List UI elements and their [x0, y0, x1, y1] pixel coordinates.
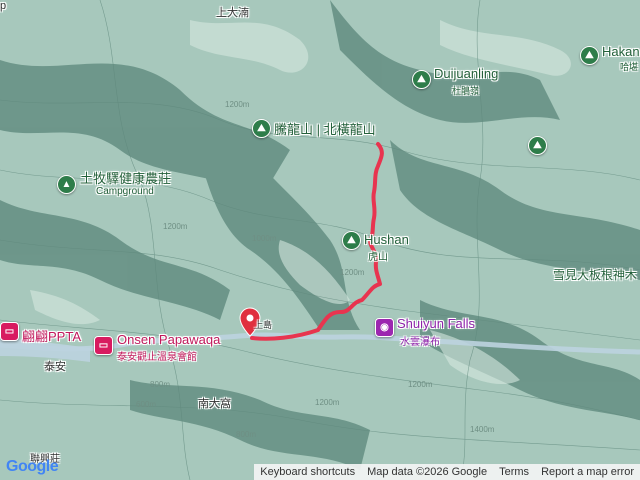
mountain-park-icon[interactable]: ⛰: [342, 231, 361, 250]
poi-label-hushan-en[interactable]: Hushan: [364, 232, 409, 247]
contour-label: 800m: [236, 430, 257, 439]
poi-label-duijuanling-zh: 杜鵑嶺: [452, 86, 480, 96]
poi-label-hakan-zh: 哈堪: [620, 62, 639, 72]
campground-icon[interactable]: ▲: [57, 175, 76, 194]
camera-icon[interactable]: ◉: [375, 318, 394, 337]
hotel-icon[interactable]: ▭: [94, 336, 113, 355]
poi-label-duijuanling-en[interactable]: Duijuanling: [434, 66, 498, 81]
poi-label-ppta[interactable]: 翩翩PPTA: [22, 326, 81, 345]
place-label-nan-da-hu: 南大窩: [198, 398, 231, 410]
poi-label-falls-zh: 水雲瀑布: [400, 337, 440, 348]
contour-label: 1200m: [225, 100, 250, 109]
terms-link[interactable]: Terms: [493, 466, 535, 478]
poi-label-falls-en[interactable]: Shuiyun Falls: [397, 316, 475, 331]
report-error-link[interactable]: Report a map error: [535, 466, 640, 478]
contour-label: 1400m: [470, 425, 495, 434]
contour-label: 1000m: [252, 234, 277, 243]
poi-label-hakan-en[interactable]: Hakan: [602, 44, 640, 59]
contour-label: 1200m: [408, 380, 433, 389]
contour-label: 800m: [150, 380, 171, 389]
google-logo: Google: [6, 458, 59, 476]
mountain-park-icon[interactable]: ⛰: [412, 70, 431, 89]
place-label-tai-an: 泰安: [44, 361, 66, 373]
place-label-shang-da-hu: 上大湳: [216, 7, 249, 19]
contour-label: 600m: [136, 400, 157, 409]
map-data-label: Map data ©2026 Google: [367, 466, 488, 478]
poi-label-campground-zh[interactable]: 土牧驛健康農莊: [80, 168, 171, 187]
contour-label: 1200m: [315, 398, 340, 407]
terrain-map[interactable]: [0, 0, 640, 480]
attribution-bar: Keyboard shortcuts Map data ©2026 Google…: [254, 464, 640, 480]
poi-label-giant-tree[interactable]: 雪見大板根神木: [553, 266, 637, 283]
poi-label-onsen-zh: 泰安觀止溫泉會館: [117, 352, 197, 363]
place-label-hamlet: 上島: [254, 320, 273, 330]
mountain-park-icon[interactable]: ⛰: [528, 136, 547, 155]
google-logo-text: Google: [6, 458, 59, 475]
corner-partial-label: p: [0, 0, 7, 12]
mountain-park-icon[interactable]: ⛰: [252, 119, 271, 138]
contour-label: 1200m: [163, 222, 188, 231]
poi-label-campground-en: Campground: [96, 186, 154, 197]
hotel-icon[interactable]: ▭: [0, 322, 19, 341]
contour-label: 1200m: [340, 268, 365, 277]
poi-label-dragon-mountain[interactable]: 騰龍山 | 北橫龍山: [274, 119, 376, 138]
mountain-park-icon[interactable]: ⛰: [580, 46, 599, 65]
poi-label-hushan-zh: 虎山: [368, 252, 388, 263]
keyboard-shortcuts-link[interactable]: Keyboard shortcuts: [254, 466, 361, 478]
poi-label-onsen-en[interactable]: Onsen Papawaqa: [117, 332, 220, 347]
